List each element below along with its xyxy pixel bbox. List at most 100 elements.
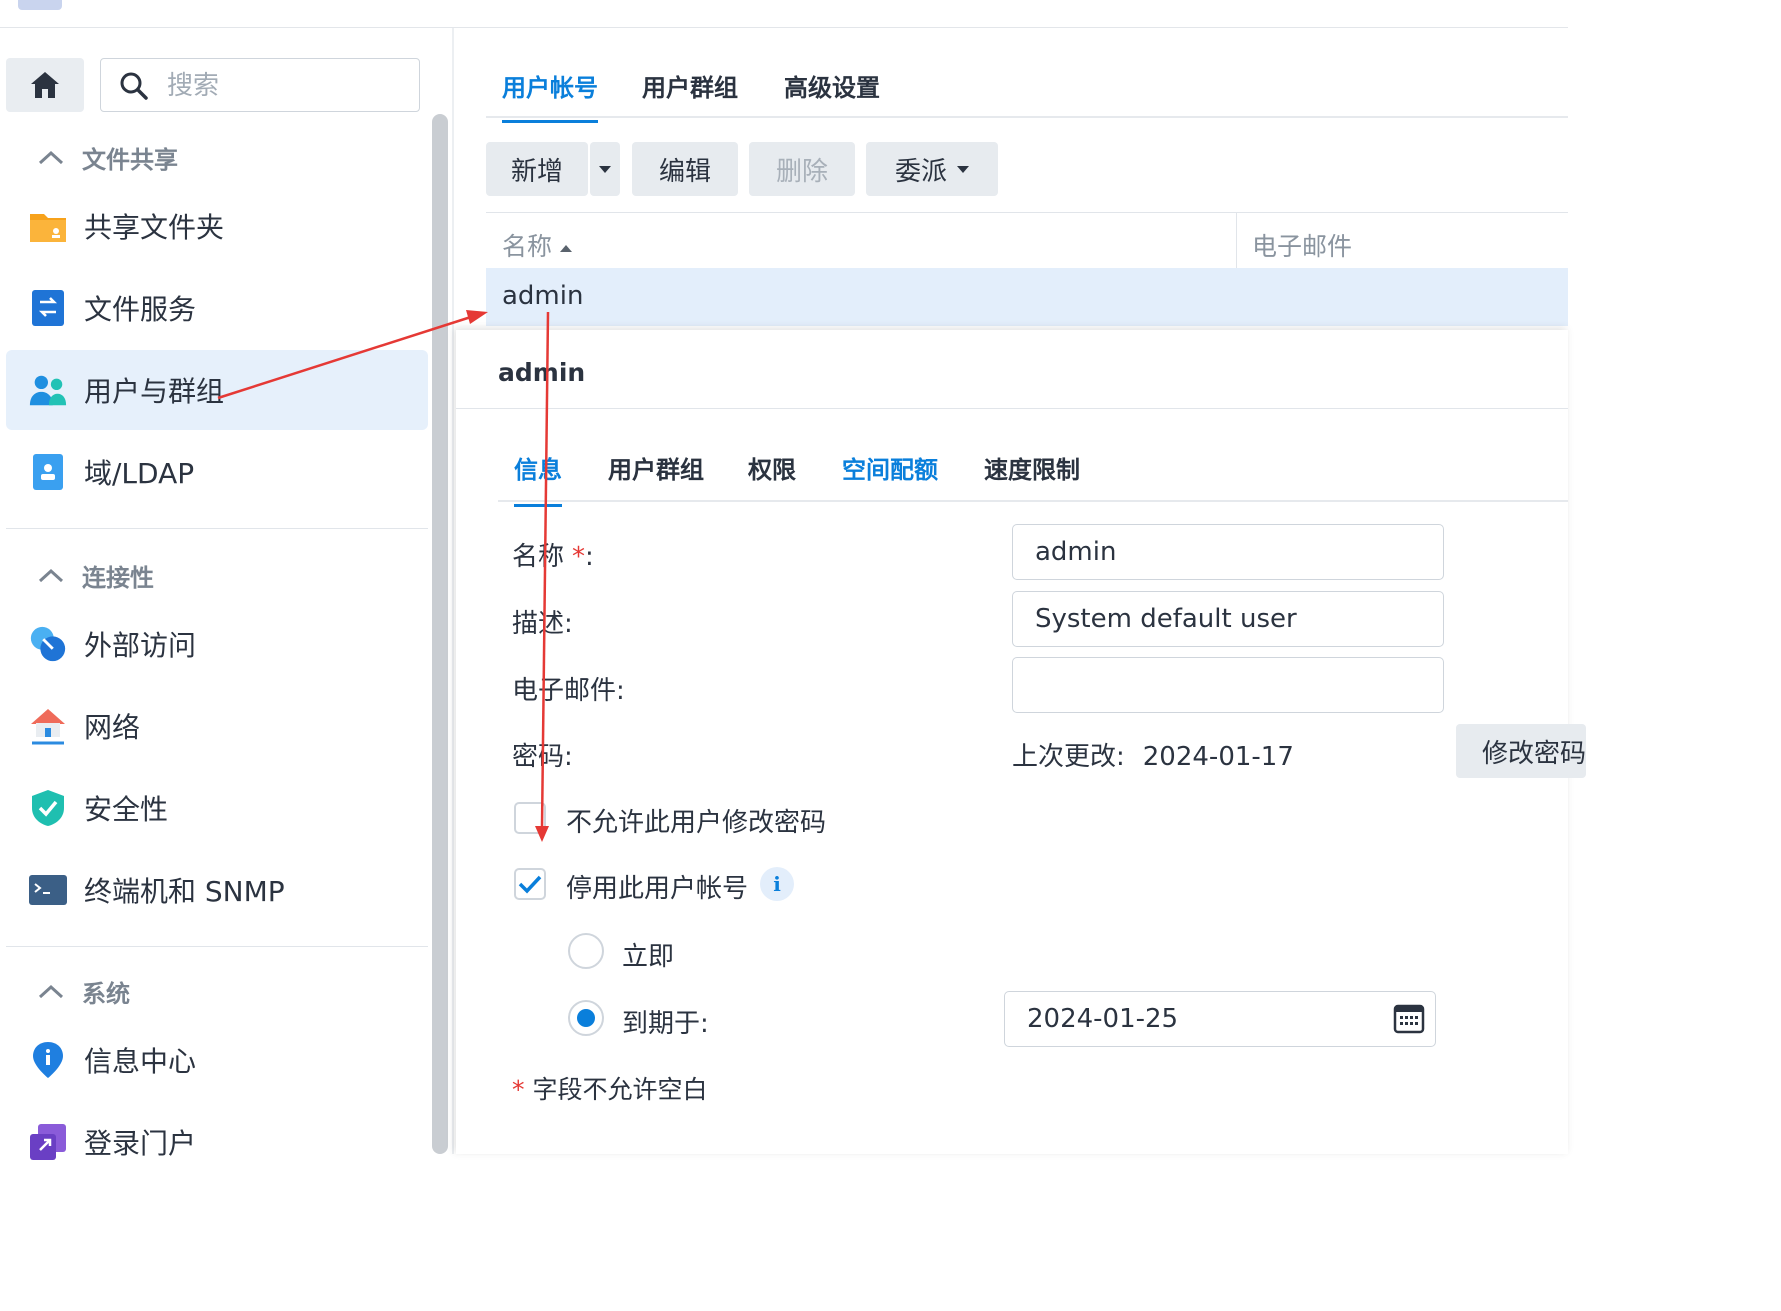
- sidebar-item-terminal-snmp[interactable]: 终端机和 SNMP: [6, 850, 428, 930]
- expire-date-field[interactable]: 2024-01-25: [1004, 991, 1436, 1047]
- home-icon: [31, 72, 59, 98]
- sidebar-item-label: 终端机和 SNMP: [84, 875, 285, 908]
- portal-icon: [28, 1122, 68, 1162]
- info-icon[interactable]: i: [760, 867, 794, 901]
- name-field-value: admin: [1035, 537, 1117, 567]
- disable-account-label: 停用此用户帐号: [566, 874, 749, 904]
- chevron-up-icon: [38, 150, 64, 164]
- tab-speed-limit[interactable]: 速度限制: [984, 450, 1080, 485]
- tab-quota[interactable]: 空间配额: [842, 450, 938, 485]
- search-input[interactable]: [165, 69, 409, 103]
- expire-date-value: 2024-01-25: [1027, 1004, 1179, 1034]
- checkmark-icon: [518, 875, 542, 894]
- sidebar-item-network[interactable]: 网络: [6, 686, 428, 766]
- search-icon: [120, 72, 148, 100]
- password-last-changed: 上次更改: 2024-01-17: [1012, 736, 1294, 773]
- chevron-up-icon: [38, 984, 64, 998]
- sidebar-item-domain-ldap[interactable]: 域/LDAP: [6, 432, 428, 512]
- tab-info[interactable]: 信息: [514, 450, 562, 507]
- shield-icon: [28, 788, 68, 828]
- tab-user-accounts[interactable]: 用户帐号: [502, 68, 598, 123]
- name-field[interactable]: admin: [1012, 524, 1444, 580]
- column-header-name[interactable]: 名称: [502, 227, 573, 263]
- sidebar-item-file-services[interactable]: 文件服务: [6, 268, 428, 348]
- disallow-password-change-checkbox[interactable]: [514, 802, 546, 834]
- file-transfer-icon: [28, 288, 68, 328]
- section-file-sharing[interactable]: 文件共享: [34, 140, 178, 175]
- panel-title: admin: [498, 358, 586, 387]
- divider: [456, 408, 1568, 409]
- users-icon: [28, 370, 68, 410]
- name-label: 名称 *:: [512, 536, 594, 573]
- delete-button[interactable]: 删除: [749, 142, 855, 196]
- sidebar-item-label: 文件服务: [84, 293, 197, 326]
- section-label: 系统: [82, 980, 130, 1008]
- password-label: 密码:: [512, 742, 573, 772]
- sidebar-item-label: 外部访问: [84, 629, 197, 662]
- sidebar-item-login-portal[interactable]: 登录门户: [6, 1102, 428, 1182]
- caret-down-icon: [599, 165, 611, 173]
- radio-expire-on-label: 到期于:: [622, 1009, 709, 1039]
- table-cell-name: admin: [502, 281, 584, 311]
- delegate-button[interactable]: 委派: [866, 142, 998, 196]
- change-password-label: 修改密码: [1482, 738, 1586, 769]
- calendar-icon[interactable]: [1393, 1002, 1425, 1034]
- info-pin-icon: [28, 1040, 68, 1080]
- password-last-changed-label: 上次更改:: [1012, 742, 1125, 772]
- table-row[interactable]: admin: [486, 268, 1568, 326]
- caret-down-icon: [957, 165, 969, 173]
- tab-advanced-settings[interactable]: 高级设置: [784, 68, 880, 103]
- description-label: 描述:: [512, 609, 573, 639]
- add-button[interactable]: 新增: [486, 142, 588, 196]
- edit-button[interactable]: 编辑: [632, 142, 738, 196]
- table-header: 名称 电子邮件: [486, 212, 1568, 269]
- sort-ascending-icon: [560, 244, 573, 252]
- edit-button-label: 编辑: [658, 156, 711, 187]
- main-tabs: 用户帐号 用户群组 高级设置: [486, 60, 1568, 123]
- tab-user-groups[interactable]: 用户群组: [608, 450, 704, 485]
- email-label: 电子邮件:: [512, 676, 625, 706]
- description-field[interactable]: System default user: [1012, 591, 1444, 647]
- column-header-email[interactable]: 电子邮件: [1252, 227, 1352, 263]
- required-mark: *: [512, 1075, 525, 1104]
- add-dropdown-button[interactable]: [590, 142, 620, 196]
- sidebar-item-label: 用户与群组: [84, 375, 225, 408]
- disable-account-checkbox[interactable]: [514, 868, 546, 900]
- pane-divider: [452, 28, 454, 1154]
- radio-immediately[interactable]: [568, 933, 604, 969]
- sidebar-item-info-center[interactable]: 信息中心: [6, 1020, 428, 1100]
- chevron-up-icon: [38, 568, 64, 582]
- change-password-button[interactable]: 修改密码: [1456, 724, 1586, 778]
- radio-expire-on[interactable]: [568, 1000, 604, 1036]
- sidebar-item-label: 网络: [84, 711, 141, 744]
- sidebar-item-external-access[interactable]: 外部访问: [6, 604, 428, 684]
- home-button[interactable]: [6, 58, 84, 112]
- required-mark: *: [572, 542, 586, 572]
- external-access-icon: [28, 624, 68, 664]
- section-system[interactable]: 系统: [34, 974, 130, 1009]
- sidebar-item-users-groups[interactable]: 用户与群组: [6, 350, 428, 430]
- required-footnote: * 字段不允许空白: [512, 1070, 708, 1106]
- email-field[interactable]: [1012, 657, 1444, 713]
- sidebar-item-label: 域/LDAP: [84, 457, 195, 490]
- terminal-icon: [28, 870, 68, 910]
- section-label: 连接性: [82, 564, 154, 592]
- section-connectivity[interactable]: 连接性: [34, 558, 154, 593]
- name-label-colon: :: [585, 542, 594, 572]
- sidebar-item-shared-folder[interactable]: 共享文件夹: [6, 186, 428, 266]
- sidebar-item-security[interactable]: 安全性: [6, 768, 428, 848]
- sidebar-scrollbar[interactable]: [432, 114, 448, 1154]
- name-label-text: 名称: [512, 542, 565, 572]
- add-button-label: 新增: [510, 156, 563, 187]
- annotation-arrowhead: [466, 310, 488, 324]
- tab-user-groups[interactable]: 用户群组: [642, 68, 738, 103]
- delete-button-label: 删除: [775, 156, 828, 187]
- divider: [6, 528, 428, 529]
- search-field[interactable]: [100, 58, 420, 112]
- column-divider[interactable]: [1236, 213, 1237, 269]
- window-titlebar: [0, 0, 1568, 28]
- network-home-icon: [28, 706, 68, 746]
- tab-permissions[interactable]: 权限: [748, 450, 796, 485]
- password-last-changed-date: 2024-01-17: [1142, 742, 1294, 772]
- divider: [6, 946, 428, 947]
